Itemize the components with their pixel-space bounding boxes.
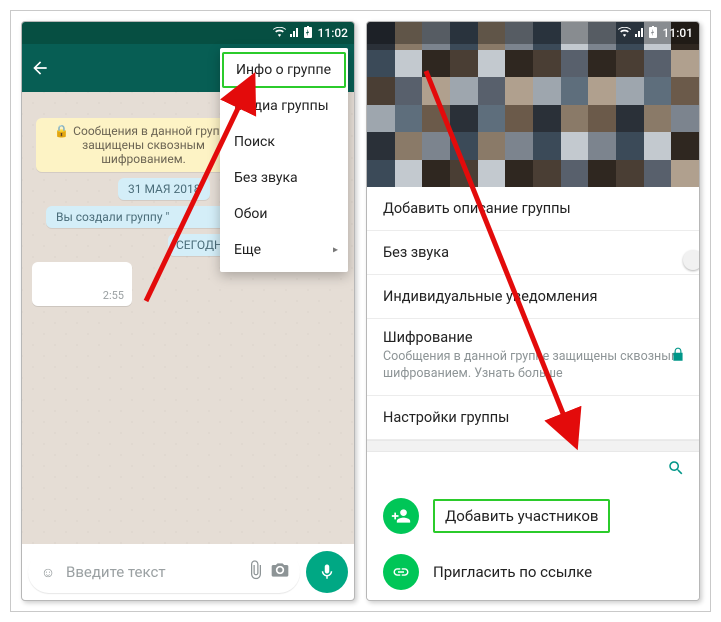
invite-link-label: Пригласить по ссылке [433, 563, 592, 581]
message-bubble[interactable]: 2:55 [32, 262, 132, 306]
phone-chat-screen: 11:02 🔒 Сообщения в данной группе защищен… [21, 21, 355, 601]
encryption-banner-text: Сообщения в данной группе защищены сквоз… [73, 124, 233, 166]
encryption-title: Шифрование [383, 329, 683, 346]
menu-item-group-media[interactable]: Медиа группы [220, 88, 348, 124]
attach-icon[interactable] [244, 560, 268, 584]
chevron-right-icon: ▸ [333, 245, 338, 256]
date-chip: 31 МАЯ 2018 [118, 178, 210, 200]
group-settings-row[interactable]: Настройки группы [367, 396, 699, 440]
wifi-icon [618, 26, 631, 40]
custom-notifications-label: Индивидуальные уведомления [383, 288, 597, 305]
status-time: 11:01 [663, 26, 693, 40]
add-participants-label: Добавить участников [445, 507, 598, 525]
battery-icon [649, 26, 657, 41]
emoji-icon[interactable]: ☺ [36, 564, 60, 581]
status-time: 11:02 [318, 26, 348, 40]
wifi-icon [273, 26, 286, 40]
mute-label: Без звука [383, 244, 449, 261]
menu-item-mute[interactable]: Без звука [220, 160, 348, 196]
menu-item-group-info[interactable]: Инфо о группе [222, 52, 346, 88]
mic-button[interactable] [306, 551, 348, 593]
status-bar: 11:02 [22, 22, 354, 44]
status-bar: 11:01 [367, 22, 699, 44]
search-icon[interactable] [667, 459, 685, 481]
members-search-row [367, 452, 699, 488]
add-description-label: Добавить описание группы [383, 200, 571, 217]
message-time: 2:55 [103, 289, 124, 302]
signal-icon [290, 26, 300, 40]
battery-icon [304, 26, 312, 41]
custom-notifications-row[interactable]: Индивидуальные уведомления [367, 275, 699, 319]
options-menu: Инфо о группе Медиа группы Поиск Без зву… [220, 48, 348, 272]
encryption-banner: 🔒 Сообщения в данной группе защищены скво… [36, 118, 251, 172]
menu-item-search[interactable]: Поиск [220, 124, 348, 160]
encryption-row[interactable]: Шифрование Сообщения в данной группе защ… [367, 319, 699, 396]
camera-icon[interactable] [268, 560, 292, 584]
phone-group-info-screen: 11:01 Добавить описание группы Без звука… [366, 21, 700, 601]
add-description-row[interactable]: Добавить описание группы [367, 187, 699, 231]
group-settings-label: Настройки группы [383, 409, 509, 426]
menu-item-more-label: Еще [234, 242, 261, 258]
link-icon [383, 554, 419, 590]
input-placeholder: Введите текст [60, 563, 244, 581]
add-participants-highlight: Добавить участников [433, 499, 610, 533]
participant-row[interactable] [367, 600, 699, 601]
group-settings-list: Добавить описание группы Без звука Индив… [367, 187, 699, 601]
blurred-group-photo [367, 22, 699, 187]
section-divider [367, 440, 699, 452]
lock-icon [671, 347, 685, 367]
signal-icon [635, 26, 645, 40]
menu-item-more[interactable]: Еще ▸ [220, 232, 348, 268]
back-arrow-icon[interactable] [28, 56, 52, 80]
input-bar: ☺ Введите текст [28, 550, 348, 594]
invite-link-row[interactable]: Пригласить по ссылке [367, 544, 699, 600]
group-created-chip: Вы создали группу " [46, 206, 226, 228]
group-header-image[interactable] [367, 22, 699, 187]
menu-item-wallpaper[interactable]: Обои [220, 196, 348, 232]
tutorial-stage: 11:02 🔒 Сообщения в данной группе защищен… [10, 10, 711, 612]
encryption-desc: Сообщения в данной группе защищены сквоз… [383, 349, 683, 383]
message-input[interactable]: ☺ Введите текст [28, 551, 300, 593]
lock-icon: 🔒 [54, 124, 69, 138]
add-participants-row[interactable]: Добавить участников [367, 488, 699, 544]
add-person-icon [383, 498, 419, 534]
mute-row[interactable]: Без звука [367, 231, 699, 275]
